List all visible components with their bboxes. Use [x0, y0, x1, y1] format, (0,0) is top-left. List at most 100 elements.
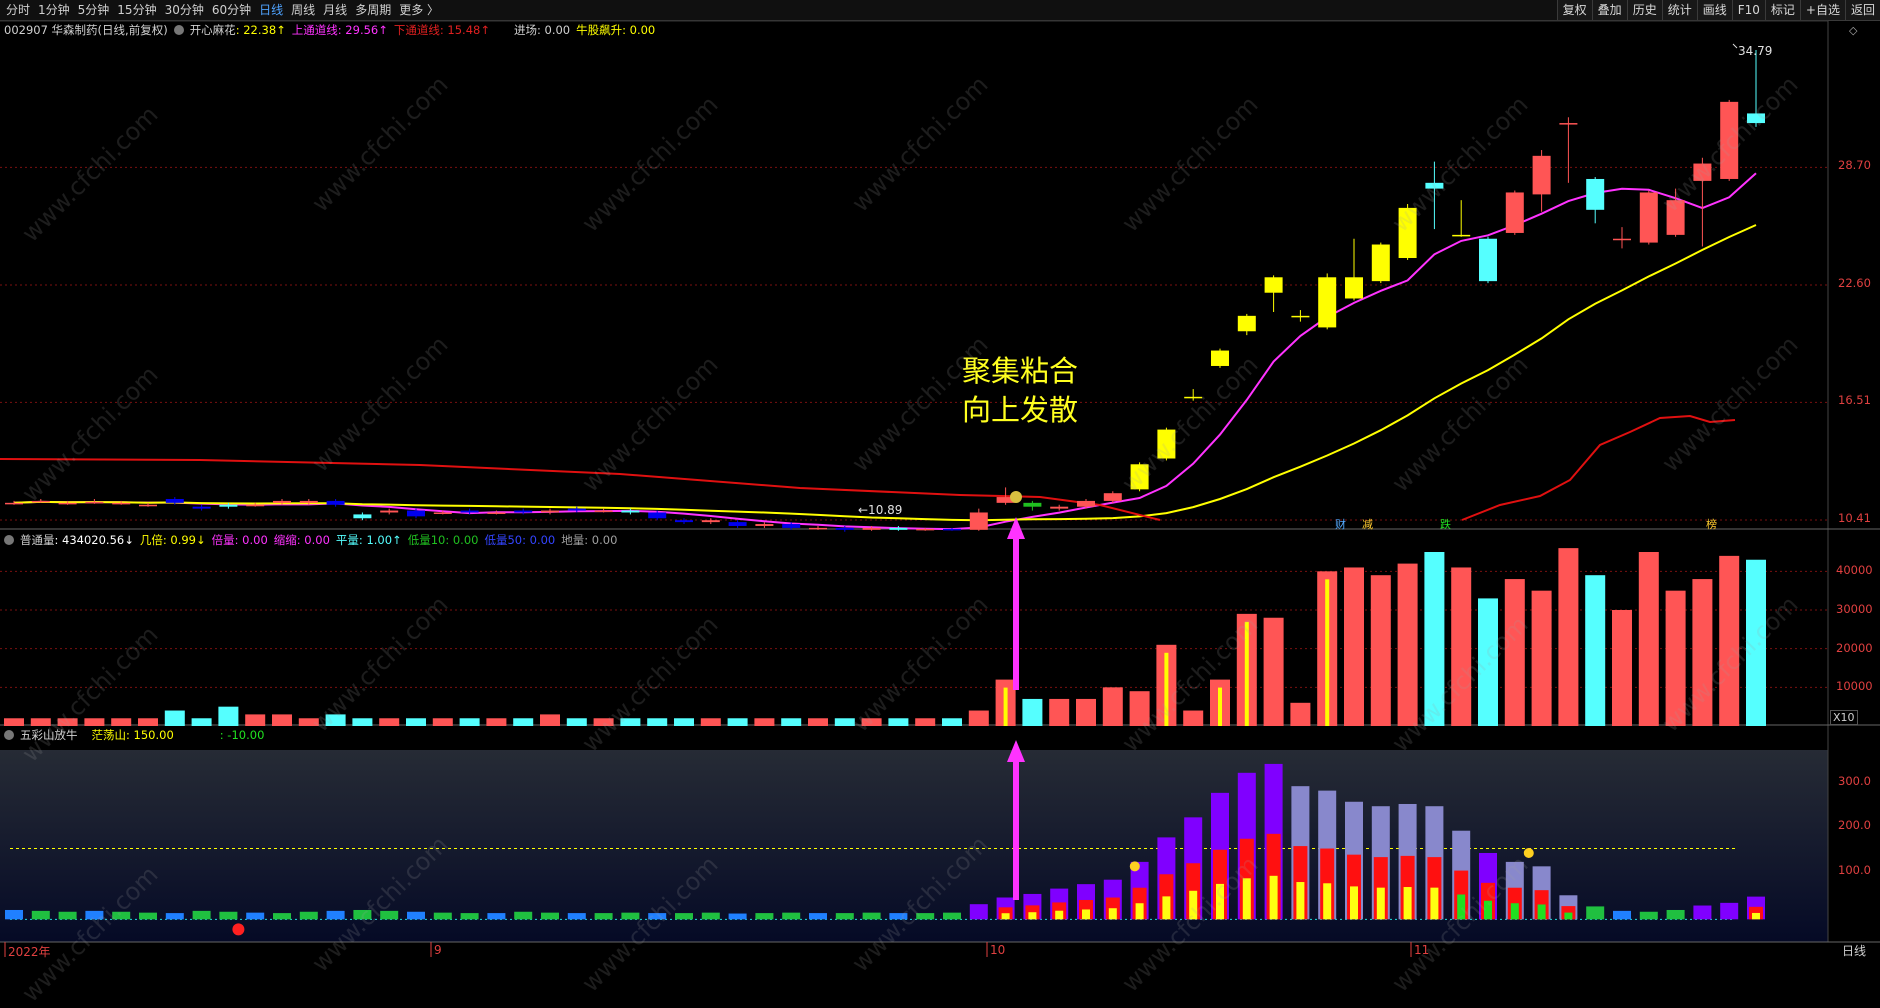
osc-bar	[943, 912, 961, 920]
volume-name[interactable]: 普通量	[20, 532, 55, 548]
candle-body	[1505, 192, 1524, 233]
volume-bar	[1129, 691, 1150, 726]
event-marker[interactable]: 跌	[1440, 516, 1451, 532]
volume-bar	[1638, 552, 1659, 726]
osc-yellow-bar	[1457, 894, 1466, 920]
kline-chart[interactable]	[0, 0, 1880, 957]
osc-bar	[433, 912, 452, 920]
volume-bar	[1585, 575, 1606, 726]
volume-ratio: 几倍: 0.99↓	[139, 533, 206, 547]
volume-bar	[164, 710, 185, 726]
gear-icon[interactable]	[4, 535, 14, 545]
candle-body	[1720, 101, 1739, 179]
price-axis-label: 10.41	[1838, 511, 1871, 525]
volume-bar	[647, 718, 668, 726]
candle-body	[1345, 277, 1363, 299]
volume-shrink: 缩缩: 0.00	[273, 533, 330, 547]
candle-body	[782, 524, 801, 528]
annotation-line1: 聚集粘合	[962, 354, 1079, 388]
signal-dot	[1129, 861, 1140, 872]
osc-bar	[701, 912, 720, 920]
osc-bar	[916, 913, 935, 920]
candle-body	[1693, 163, 1712, 181]
volume-bar	[861, 718, 882, 726]
candle-body	[916, 528, 935, 531]
volume-bar	[942, 718, 962, 726]
osc-yellow-bar	[1162, 896, 1171, 920]
candle-body	[433, 512, 452, 514]
volume-bar	[298, 718, 319, 726]
osc-bar	[326, 910, 345, 920]
volume-bar	[379, 718, 400, 726]
osc-yellow-bar	[1269, 875, 1278, 920]
volume-bar	[593, 718, 614, 726]
volume-bar	[1504, 579, 1525, 726]
osc-yellow-bar	[1135, 903, 1144, 920]
event-marker[interactable]: 减	[1362, 516, 1373, 532]
volume-axis-label: 40000	[1836, 563, 1873, 578]
osc-yellow-bar	[1564, 912, 1573, 920]
osc-yellow-bar	[1376, 887, 1385, 920]
candle-body	[1291, 315, 1310, 318]
candle-body	[755, 524, 774, 526]
candle-body	[835, 527, 854, 530]
osc-value: 茫荡山: 150.00	[91, 728, 174, 742]
volume-bar	[84, 718, 105, 726]
candle-body	[1211, 350, 1229, 366]
volume-bar	[1290, 702, 1311, 726]
osc-bar	[5, 909, 23, 920]
osc-yellow-bar	[1403, 887, 1412, 920]
osc-bar	[380, 910, 399, 920]
volume-bar	[1076, 698, 1096, 726]
candle-body	[675, 520, 693, 523]
candle-body	[1130, 464, 1149, 490]
candle-body	[809, 527, 827, 530]
gear-icon[interactable]	[4, 730, 14, 740]
volume-bar	[245, 714, 266, 726]
osc-bar	[58, 911, 77, 920]
osc-bar	[648, 913, 667, 920]
osc-bar	[31, 910, 50, 920]
event-marker[interactable]: 财	[1335, 516, 1346, 532]
osc-axis-label: 100.0	[1838, 862, 1871, 877]
annotation-line2: 向上发散	[962, 393, 1079, 427]
osc-yellow-bar	[1510, 903, 1519, 920]
volume-bar	[1183, 710, 1204, 726]
candle-body	[58, 502, 77, 505]
candle-body	[407, 510, 425, 517]
osc-yellow-bar	[1537, 904, 1546, 920]
osc-name[interactable]: 五彩山放牛	[20, 727, 78, 743]
diamond-icon[interactable]: ◇	[1849, 24, 1857, 37]
period-label[interactable]: 日线	[1842, 942, 1866, 959]
osc-bar	[1666, 909, 1685, 920]
candle-body	[1237, 315, 1256, 332]
candle-body	[567, 508, 586, 511]
volume-bar	[674, 718, 694, 726]
volume-bar	[834, 718, 855, 726]
volume-bar	[968, 710, 989, 726]
volume-bar	[808, 718, 828, 726]
candle-body	[889, 527, 908, 530]
volume-axis-label: 30000	[1836, 602, 1873, 616]
candle-body	[514, 510, 533, 513]
volume-bar	[1022, 698, 1043, 726]
osc-bar	[112, 911, 131, 920]
event-marker[interactable]: 榜	[1706, 516, 1717, 532]
plus-marker	[232, 923, 245, 936]
osc-bar	[407, 911, 425, 920]
osc-bar	[541, 912, 559, 920]
osc-bar	[1720, 902, 1739, 920]
candle-body	[1264, 277, 1283, 293]
volume-bar	[1665, 590, 1686, 726]
volume-bar	[4, 718, 24, 726]
osc-yellow-bar	[1189, 890, 1198, 920]
osc-yellow-bar	[1752, 912, 1760, 920]
candle-body	[139, 504, 157, 507]
osc-bar	[165, 913, 184, 920]
candle-body	[1559, 123, 1578, 125]
candle-body	[1050, 506, 1069, 509]
candle-body	[299, 500, 318, 503]
volume-axis-label: 20000	[1836, 640, 1873, 655]
osc-bar	[621, 912, 640, 920]
osc-bar	[969, 904, 988, 920]
